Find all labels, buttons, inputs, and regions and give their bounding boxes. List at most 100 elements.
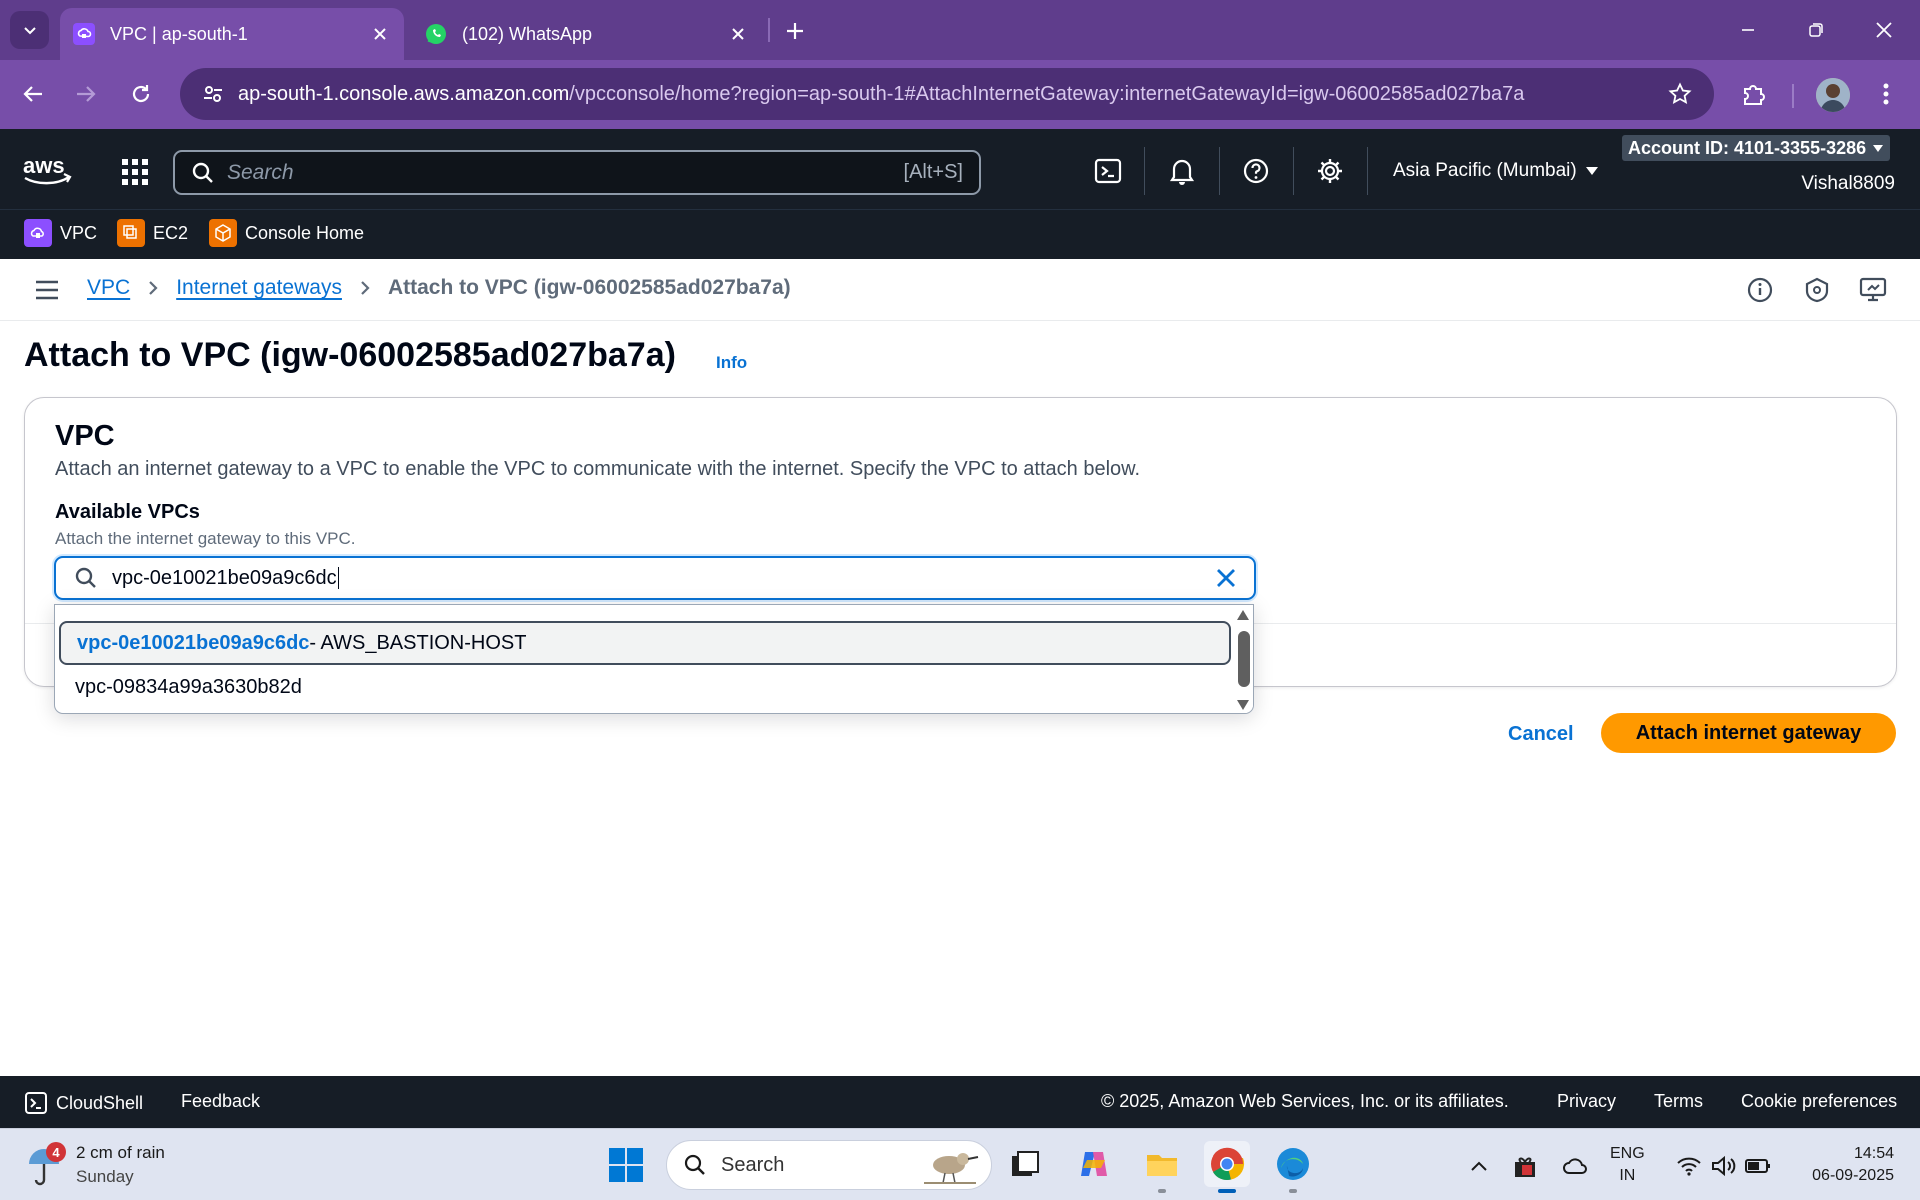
taskbar-task-view[interactable] (1002, 1141, 1048, 1187)
footer-cloudshell-button[interactable]: CloudShell (24, 1091, 143, 1115)
tab-whatsapp[interactable]: (102) WhatsApp (412, 8, 762, 60)
new-tab-button[interactable] (778, 14, 812, 48)
footer-feedback-link[interactable]: Feedback (181, 1091, 260, 1112)
input-language-indicator[interactable]: ENG IN (1610, 1143, 1645, 1187)
cancel-button[interactable]: Cancel (1494, 716, 1588, 752)
close-window-button[interactable] (1850, 0, 1918, 60)
cloudshell-label: CloudShell (56, 1092, 144, 1113)
bookmark-star-button[interactable] (1660, 74, 1700, 114)
side-navigation-toggle[interactable] (32, 276, 62, 304)
cloudshell-button[interactable] (1090, 153, 1126, 189)
restore-button[interactable] (1782, 0, 1850, 60)
feedback-label: Feedback (181, 1091, 261, 1111)
taskbar-copilot[interactable] (1071, 1141, 1117, 1187)
bell-icon (1169, 159, 1195, 185)
forward-button[interactable] (66, 74, 106, 114)
terminal-icon (1094, 158, 1122, 184)
show-hidden-icons-button[interactable] (1466, 1153, 1492, 1179)
ec2-service-icon (117, 219, 145, 247)
vpc-option[interactable]: vpc-0e10021be09a9c6dc - AWS_BASTION-HOST (59, 621, 1231, 665)
account-menu[interactable]: Account ID: 4101-3355-3286 (1622, 135, 1891, 161)
edge-icon (1277, 1148, 1309, 1180)
system-clock[interactable]: 14:54 06-09-2025 (1812, 1143, 1894, 1187)
footer-copyright: © 2025, Amazon Web Services, Inc. or its… (1101, 1091, 1509, 1112)
available-vpcs-input[interactable]: vpc-0e10021be09a9c6dc (54, 556, 1256, 600)
running-indicator (1218, 1189, 1236, 1193)
tab-search-button[interactable] (10, 11, 49, 49)
extensions-button[interactable] (1734, 74, 1774, 114)
tray-app-icon[interactable] (1512, 1153, 1538, 1179)
minimize-icon (1742, 29, 1754, 31)
weather-widget[interactable]: 4 2 cm of rain Sunday (26, 1141, 165, 1189)
info-icon (1747, 277, 1773, 303)
favorite-ec2[interactable]: EC2 (117, 219, 188, 247)
chevron-down-icon (23, 27, 36, 35)
footer-terms-link[interactable]: Terms (1654, 1091, 1703, 1112)
lang-line1: ENG (1610, 1145, 1645, 1162)
region-selector[interactable]: Asia Pacific (Mumbai) (1393, 160, 1599, 182)
aws-logo[interactable]: aws (22, 153, 74, 187)
info-panel-button[interactable] (1745, 275, 1775, 305)
footer-privacy-link[interactable]: Privacy (1557, 1091, 1616, 1112)
plus-icon (787, 23, 803, 39)
terminal-icon (25, 1092, 47, 1114)
volume-status[interactable] (1710, 1153, 1736, 1179)
site-info-icon[interactable] (198, 79, 228, 109)
scroll-down-icon[interactable] (1236, 699, 1250, 711)
weather-badge: 4 (46, 1142, 66, 1162)
more-vertical-icon (1883, 83, 1889, 105)
copyright-text: © 2025, Amazon Web Services, Inc. or its… (1101, 1091, 1509, 1111)
copilot-icon (1081, 1152, 1107, 1176)
minimize-button[interactable] (1714, 0, 1782, 60)
info-link[interactable]: Info (716, 353, 747, 373)
folder-icon (1147, 1155, 1177, 1176)
browser-toolbar: ap-south-1.console.aws.amazon.com/vpccon… (0, 60, 1920, 129)
taskbar-search-placeholder: Search (721, 1153, 785, 1176)
reload-button[interactable] (121, 74, 161, 114)
breadcrumb-link-vpc[interactable]: VPC (87, 276, 130, 300)
close-tab-button[interactable] (364, 18, 396, 50)
vpc-favicon-icon (72, 22, 96, 46)
notifications-button[interactable] (1164, 153, 1200, 189)
taskbar-chrome[interactable] (1204, 1141, 1250, 1193)
close-tab-button[interactable] (722, 18, 754, 50)
aws-search-input[interactable]: Search [Alt+S] (173, 150, 981, 195)
browser-menu-button[interactable] (1866, 74, 1906, 114)
scrollbar-thumb[interactable] (1238, 631, 1250, 687)
breadcrumb-link-internet-gateways[interactable]: Internet gateways (176, 276, 342, 300)
terms-label: Terms (1654, 1091, 1703, 1111)
security-panel-button[interactable] (1802, 275, 1832, 305)
favorite-vpc[interactable]: VPC (24, 219, 97, 247)
taskbar-edge[interactable] (1270, 1141, 1316, 1193)
scroll-up-icon[interactable] (1236, 609, 1250, 621)
footer-cookie-preferences-link[interactable]: Cookie preferences (1741, 1091, 1897, 1112)
vpc-option[interactable]: vpc-09834a99a3630b82d (59, 665, 1231, 709)
help-button[interactable] (1238, 153, 1274, 189)
tray-cloud-icon[interactable] (1562, 1153, 1588, 1179)
services-menu-icon[interactable] (120, 157, 150, 187)
battery-status[interactable] (1745, 1153, 1771, 1179)
search-shortcut: [Alt+S] (903, 161, 963, 183)
taskbar-search[interactable]: Search (666, 1140, 992, 1190)
taskbar-file-explorer[interactable] (1139, 1141, 1185, 1193)
reload-icon (132, 85, 150, 103)
wifi-status[interactable] (1676, 1153, 1702, 1179)
dropdown-scrollbar[interactable] (1233, 605, 1253, 713)
attach-internet-gateway-button[interactable]: Attach internet gateway (1601, 713, 1896, 753)
favorite-console-home[interactable]: Console Home (209, 219, 364, 247)
address-bar[interactable]: ap-south-1.console.aws.amazon.com/vpccon… (180, 68, 1714, 120)
clear-input-button[interactable] (1212, 564, 1240, 592)
back-button[interactable] (13, 74, 53, 114)
start-button[interactable] (608, 1147, 644, 1183)
settings-button[interactable] (1312, 153, 1348, 189)
username[interactable]: Vishal8809 (1801, 173, 1895, 195)
tab-vpc[interactable]: VPC | ap-south-1 (60, 8, 404, 60)
url-host: ap-south-1.console.aws.amazon.com (238, 82, 570, 105)
console-home-icon (209, 219, 237, 247)
close-icon (1217, 569, 1235, 587)
favorites-bar: VPC EC2 Console Home (0, 209, 1920, 259)
chevron-right-icon (361, 281, 370, 295)
presentation-panel-button[interactable] (1858, 275, 1888, 305)
nav-divider (1293, 147, 1294, 195)
profile-avatar[interactable] (1816, 78, 1850, 112)
